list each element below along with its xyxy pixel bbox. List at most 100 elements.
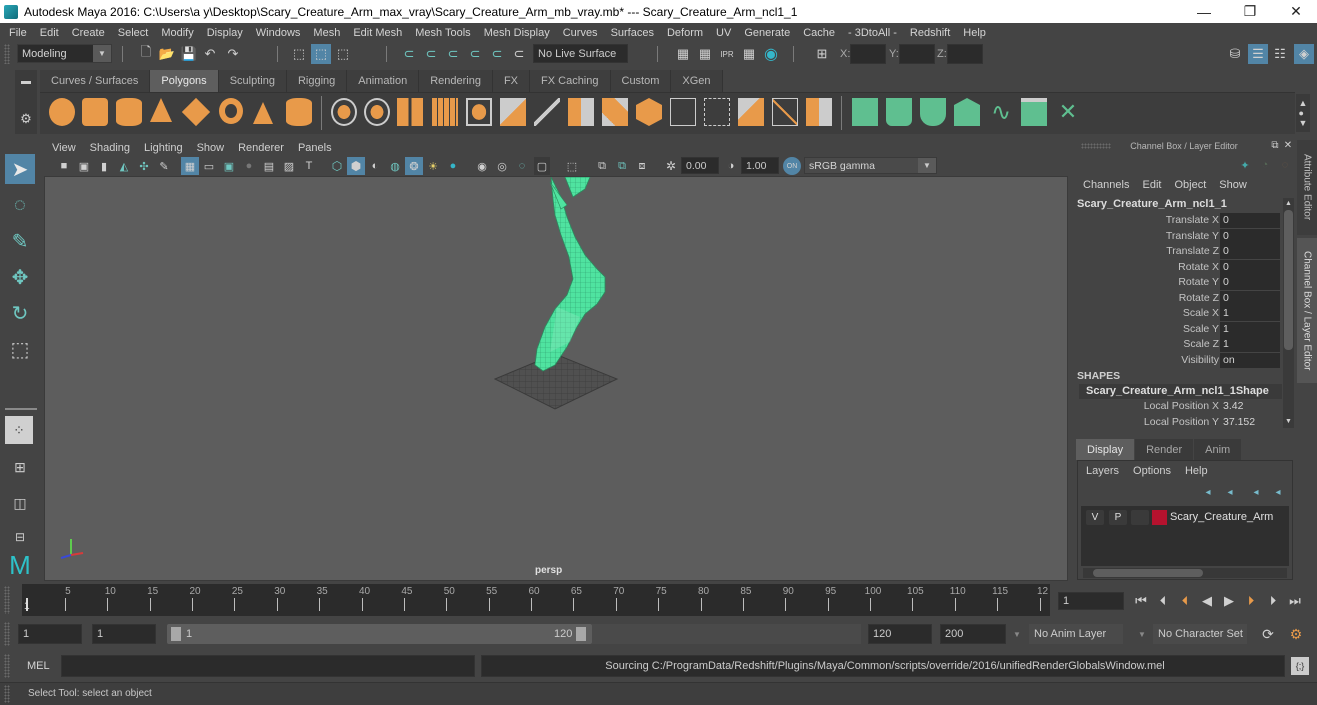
use-all-lights-icon[interactable]: ☀ xyxy=(425,157,441,175)
persp-graph-layout-icon[interactable]: ⊟ xyxy=(5,522,35,552)
scale-tool-icon[interactable]: ⬚ xyxy=(5,334,35,364)
menu-curves[interactable]: Curves xyxy=(563,27,598,39)
grease-pencil-icon[interactable]: ✎ xyxy=(156,157,172,175)
paint-select-tool-icon[interactable]: ✎ xyxy=(5,226,35,256)
channel-value[interactable]: 0 xyxy=(1220,290,1280,306)
fill-hole-icon[interactable] xyxy=(670,98,696,126)
poly-cube-icon[interactable] xyxy=(82,98,108,126)
x-field[interactable] xyxy=(850,44,886,64)
menu-uv[interactable]: UV xyxy=(716,27,731,39)
isolate-select-icon[interactable]: ⬚ xyxy=(564,157,580,175)
menu-edit-mesh[interactable]: Edit Mesh xyxy=(353,27,402,39)
channel-box-toggle-icon[interactable]: ◈ xyxy=(1294,44,1314,64)
range-start-handle[interactable] xyxy=(171,627,181,641)
channel-row[interactable]: Translate Z0 xyxy=(1073,244,1283,259)
channel-value[interactable]: 3.42 xyxy=(1220,399,1280,414)
poly-pipe-icon[interactable] xyxy=(286,98,312,126)
shelf-scroll-control[interactable]: ▲ ● ▼ xyxy=(1296,94,1310,132)
step-back-frame-icon[interactable]: ⏴ xyxy=(1154,592,1172,610)
multi-cut-icon[interactable] xyxy=(568,98,594,126)
gate-mask-icon[interactable]: ● xyxy=(241,157,257,175)
hyper-icon[interactable]: ◌ xyxy=(1277,158,1293,172)
use-default-material-icon[interactable]: ◐ xyxy=(367,157,383,175)
scary-creature-arm-mesh[interactable] xyxy=(534,177,606,372)
layer-color-swatch[interactable] xyxy=(1152,510,1167,525)
scroll-up-icon[interactable]: ▲ xyxy=(1283,198,1294,208)
merge-icon[interactable] xyxy=(806,98,832,126)
menuset-dropdown[interactable]: Modeling ▼ xyxy=(17,44,112,63)
channel-value[interactable]: 1 xyxy=(1220,337,1280,352)
channel-value[interactable]: 0 xyxy=(1220,213,1280,228)
select-by-hierarchy-icon[interactable]: ⬚ xyxy=(290,45,308,63)
hypershade-icon[interactable]: ◉ xyxy=(762,45,780,63)
layer-visibility-toggle[interactable]: V xyxy=(1086,510,1104,525)
xray-icon[interactable]: ⧉ xyxy=(594,157,610,175)
menu-display[interactable]: Display xyxy=(207,27,243,39)
script-language-toggle[interactable]: MEL xyxy=(27,660,50,672)
time-slider[interactable]: 1 5 10 15 20 25 30 35 40 45 50 55 60 65 70 75 80 85 90 95 1… xyxy=(22,584,1050,616)
step-back-key-icon[interactable]: ⏴ xyxy=(1176,592,1194,610)
gamma-field[interactable]: 1.00 xyxy=(741,157,779,174)
smooth-icon[interactable] xyxy=(432,98,458,126)
attribute-editor-toggle-icon[interactable]: ☰ xyxy=(1248,44,1268,64)
channel-box-scrollbar[interactable]: ▲ ▼ xyxy=(1283,198,1294,428)
collapse-icon[interactable] xyxy=(772,98,798,126)
layer-list-hscrollbar[interactable] xyxy=(1083,568,1287,578)
channel-row[interactable]: Rotate Y0 xyxy=(1073,275,1283,290)
select-by-component-icon[interactable]: ⬚ xyxy=(334,45,352,63)
step-forward-key-icon[interactable]: ⏵ xyxy=(1242,592,1260,610)
wireframe-icon[interactable]: ⬡ xyxy=(329,157,345,175)
shelf-tab-animation[interactable]: Animation xyxy=(347,70,420,92)
render-current-frame-icon[interactable]: ▦ xyxy=(696,45,714,63)
playback-end-field[interactable]: 120 xyxy=(868,624,932,644)
layer-menu-layers[interactable]: Layers xyxy=(1086,465,1119,477)
channel-value[interactable]: 0 xyxy=(1220,275,1280,290)
start-time-field[interactable]: 1 xyxy=(18,624,82,644)
uv-layout-icon[interactable]: ✕ xyxy=(1055,98,1081,126)
chevron-down-icon[interactable]: ▼ xyxy=(1135,626,1149,642)
y-field[interactable] xyxy=(899,44,935,64)
field-chart-icon[interactable]: ▤ xyxy=(261,157,277,175)
viewport-menu-lighting[interactable]: Lighting xyxy=(144,142,183,154)
xray-components-icon[interactable]: ⧈ xyxy=(634,157,650,175)
menu-deform[interactable]: Deform xyxy=(667,27,703,39)
channel-row[interactable]: Rotate Z0 xyxy=(1073,290,1283,306)
shelf-settings-gear-icon[interactable]: ⚙ xyxy=(17,110,35,128)
channel-box-side-tab[interactable]: Channel Box / Layer Editor xyxy=(1297,238,1317,383)
exposure-icon[interactable]: ✲ xyxy=(663,157,679,175)
shape-node-name[interactable]: Scary_Creature_Arm_ncl1_1Shape xyxy=(1079,384,1282,399)
image-plane-icon[interactable]: ◭ xyxy=(116,157,132,175)
close-button[interactable]: ✕ xyxy=(1273,0,1317,23)
2d-pan-zoom-icon[interactable]: ✣ xyxy=(136,157,152,175)
grid-toggle-icon[interactable]: ▦ xyxy=(181,157,199,175)
select-tool-icon[interactable]: ➤ xyxy=(5,154,35,184)
go-to-start-icon[interactable]: ⏮ xyxy=(1132,592,1150,610)
shelf-tab-custom[interactable]: Custom xyxy=(610,70,672,92)
menu-mesh[interactable]: Mesh xyxy=(313,27,340,39)
camera-attributes-icon[interactable]: ▣ xyxy=(76,157,92,175)
layer-name[interactable]: Scary_Creature_Arm xyxy=(1170,511,1273,523)
shelf-tab-rendering[interactable]: Rendering xyxy=(419,70,493,92)
spherical-map-icon[interactable] xyxy=(920,98,946,126)
shape-channel-row[interactable]: Local Position Y 37.152 xyxy=(1073,415,1283,430)
poly-torus-icon[interactable] xyxy=(219,98,243,124)
rotate-tool-icon[interactable]: ↻ xyxy=(5,298,35,328)
wireframe-on-shaded-icon[interactable]: ◍ xyxy=(387,157,403,175)
scroll-down-icon[interactable]: ▼ xyxy=(1283,416,1294,426)
channel-row[interactable]: Translate Y0 xyxy=(1073,228,1283,244)
move-layer-up-icon[interactable]: ◂ xyxy=(1200,485,1216,499)
four-view-layout-icon[interactable]: ⊞ xyxy=(5,452,35,482)
new-empty-layer-icon[interactable]: ◂ xyxy=(1248,485,1264,499)
viewport-menu-shading[interactable]: Shading xyxy=(90,142,130,154)
snap-grid-icon[interactable]: ⊂ xyxy=(400,45,418,63)
channel-box-menu-channels[interactable]: Channels xyxy=(1083,179,1129,191)
channel-row[interactable]: Scale Y1 xyxy=(1073,321,1283,337)
menu-surfaces[interactable]: Surfaces xyxy=(611,27,654,39)
shelf-tab-xgen[interactable]: XGen xyxy=(671,70,723,92)
maximize-button[interactable]: ❐ xyxy=(1227,0,1273,23)
current-frame-field[interactable]: 1 xyxy=(1058,592,1124,610)
scene-canvas[interactable] xyxy=(45,177,1068,581)
animation-preferences-icon[interactable]: ⚙ xyxy=(1286,624,1306,644)
lasso-tool-icon[interactable]: ◌ xyxy=(5,190,35,220)
command-input[interactable] xyxy=(61,655,475,677)
